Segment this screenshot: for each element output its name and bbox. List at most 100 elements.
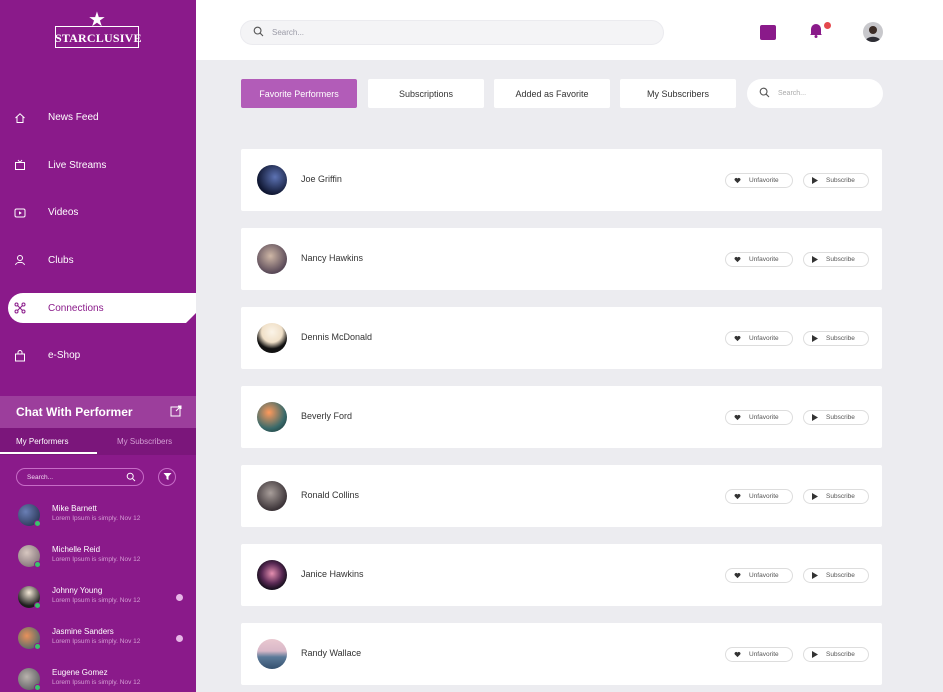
avatar[interactable] [257,323,287,353]
active-tab-underline [0,452,97,454]
nav-item-e-shop[interactable]: e-Shop [0,332,196,380]
avatar[interactable] [257,481,287,511]
play-icon [812,335,818,342]
avatar[interactable] [257,402,287,432]
online-indicator [34,561,41,568]
nav-label: Clubs [48,254,74,266]
main-nav: News Feed Live Streams Videos Clubs Conn… [0,94,196,380]
chat-tabs: My Performers My Subscribers [0,428,196,455]
tab-subscriptions[interactable]: Subscriptions [368,79,484,108]
avatar[interactable] [257,639,287,669]
subscribe-label: Subscribe [826,335,855,342]
user-avatar[interactable] [863,22,883,42]
nav-item-connections[interactable]: Connections [8,293,196,323]
performer-name[interactable]: Beverly Ford [301,411,352,421]
chat-date: Nov 12 [119,638,141,645]
chat-contact-name: Mike Barnett [52,504,97,513]
tab-my-subscribers[interactable]: My Subscribers [620,79,736,108]
global-search-input[interactable]: Search... [240,20,664,45]
external-link-icon[interactable] [170,405,182,420]
notification-bell-icon[interactable] [809,22,823,43]
tab-my-performers[interactable]: My Performers [16,437,68,446]
unfavorite-label: Unfavorite [749,572,779,579]
performer-card: Randy Wallace Unfavorite Subscribe [241,623,882,685]
performer-search-input[interactable]: Search... [747,79,883,108]
nav-label: e-Shop [48,350,81,362]
performer-name[interactable]: Nancy Hawkins [301,253,363,263]
chat-item[interactable]: Mike Barnett Lorem Ipsum is simply. Nov … [0,498,196,539]
performer-name[interactable]: Dennis McDonald [301,332,372,342]
online-indicator [34,602,41,609]
unfavorite-button[interactable]: Unfavorite [725,173,793,188]
subscribe-button[interactable]: Subscribe [803,173,869,188]
play-icon [812,493,818,500]
performer-card: Ronald Collins Unfavorite Subscribe [241,465,882,527]
chat-item[interactable]: Johnny Young Lorem Ipsum is simply. Nov … [0,580,196,621]
nav-item-news-feed[interactable]: News Feed [0,94,196,142]
subscribe-button[interactable]: Subscribe [803,489,869,504]
chat-search-placeholder: Search... [27,473,54,481]
chat-message: Lorem Ipsum is simply. [52,638,118,645]
heart-icon [734,572,741,579]
chat-message: Lorem Ipsum is simply. [52,556,118,563]
unfavorite-button[interactable]: Unfavorite [725,410,793,425]
avatar[interactable] [257,165,287,195]
subscribe-label: Subscribe [826,177,855,184]
brand-name: STARCLUSIVE [55,31,142,45]
subscribe-label: Subscribe [826,651,855,658]
avatar[interactable] [257,560,287,590]
nav-item-videos[interactable]: Videos [0,189,196,237]
chat-item[interactable]: Jasmine Sanders Lorem Ipsum is simply. N… [0,621,196,662]
shop-icon [14,349,26,362]
performer-name[interactable]: Joe Griffin [301,174,342,184]
nav-item-clubs[interactable]: Clubs [0,237,196,285]
search-icon [253,26,264,39]
unfavorite-label: Unfavorite [749,256,779,263]
play-icon [812,177,818,184]
heart-icon [734,256,741,263]
search-icon [126,472,136,484]
online-indicator [34,684,41,691]
nav-label: Connections [48,302,104,314]
chat-date: Nov 12 [119,679,141,686]
subscribe-button[interactable]: Subscribe [803,410,869,425]
unfavorite-button[interactable]: Unfavorite [725,489,793,504]
unfavorite-button[interactable]: Unfavorite [725,252,793,267]
unfavorite-button[interactable]: Unfavorite [725,331,793,346]
tab-favorite-performers[interactable]: Favorite Performers [241,79,357,108]
performer-name[interactable]: Ronald Collins [301,490,359,500]
active-indicator [186,313,196,323]
chat-item[interactable]: Michelle Reid Lorem Ipsum is simply. Nov… [0,539,196,580]
filter-button[interactable] [158,468,176,486]
online-indicator [34,643,41,650]
chat-search-input[interactable]: Search... [16,468,144,486]
starclusive-logo[interactable]: ★ STARCLUSIVE [55,10,142,48]
tab-my-subscribers[interactable]: My Subscribers [117,437,172,446]
play-icon [812,256,818,263]
chat-message: Lorem Ipsum is simply. [52,515,118,522]
unfavorite-button[interactable]: Unfavorite [725,647,793,662]
subscribe-label: Subscribe [826,414,855,421]
subscribe-button[interactable]: Subscribe [803,647,869,662]
subscribe-button[interactable]: Subscribe [803,568,869,583]
wallet-icon[interactable] [760,25,776,40]
performer-card: Janice Hawkins Unfavorite Subscribe [241,544,882,606]
subscribe-button[interactable]: Subscribe [803,252,869,267]
chat-item[interactable]: Eugene Gomez Lorem Ipsum is simply. Nov … [0,662,196,692]
unfavorite-label: Unfavorite [749,177,779,184]
search-icon [759,87,770,100]
subscribe-label: Subscribe [826,256,855,263]
unfavorite-label: Unfavorite [749,414,779,421]
live-stream-icon [14,159,26,171]
avatar[interactable] [257,244,287,274]
subscribe-button[interactable]: Subscribe [803,331,869,346]
performer-name[interactable]: Janice Hawkins [301,569,364,579]
unfavorite-button[interactable]: Unfavorite [725,568,793,583]
chat-message: Lorem Ipsum is simply. [52,679,118,686]
performer-name[interactable]: Randy Wallace [301,648,361,658]
performer-card: Dennis McDonald Unfavorite Subscribe [241,307,882,369]
chat-preview: Lorem Ipsum is simply. Nov 12 [52,556,140,563]
nav-item-live-streams[interactable]: Live Streams [0,142,196,190]
tab-added-as-favorite[interactable]: Added as Favorite [494,79,610,108]
heart-icon [734,414,741,421]
